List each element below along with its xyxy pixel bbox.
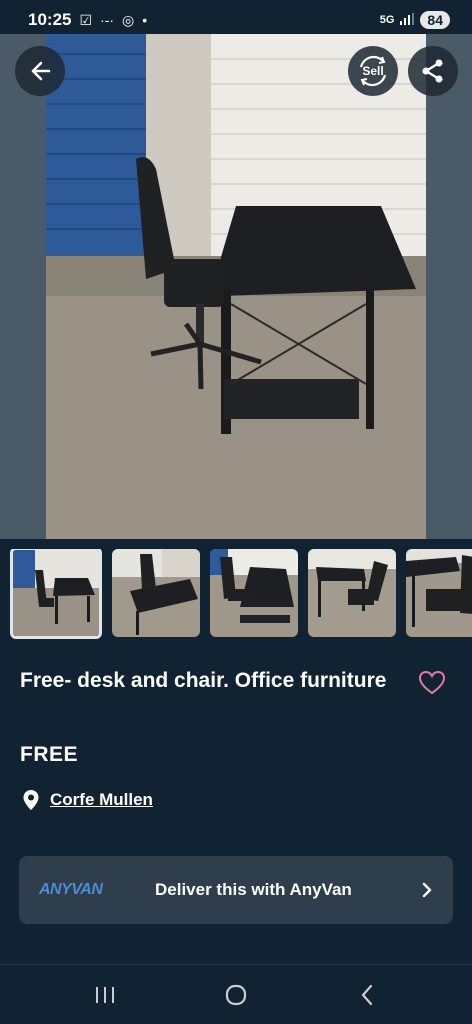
whatsapp-icon: ◎ (122, 11, 135, 28)
listing-price: FREE (20, 743, 79, 766)
sell-label: Sell (362, 64, 384, 78)
thumbnail-4[interactable] (308, 549, 396, 637)
chevron-right-icon (422, 882, 432, 898)
battery-indicator: 84 (420, 11, 450, 29)
sell-button[interactable]: Sell (348, 46, 398, 96)
back-button[interactable] (15, 46, 65, 96)
system-back-button[interactable] (347, 975, 387, 1015)
status-time: 10:25 (28, 10, 72, 29)
favorite-button[interactable] (418, 670, 446, 696)
location-row: Corfe Mullen (22, 789, 153, 811)
status-left: 10:25 ☑ ·-· ◎ • (28, 10, 147, 30)
dot-icon: • (142, 12, 148, 28)
thumbnail-strip (0, 549, 472, 643)
thumbnail-image (308, 549, 396, 637)
location-pin-icon (23, 790, 39, 810)
anyvan-logo: ANYVAN (39, 881, 103, 898)
thumbnail-image (210, 549, 298, 637)
desk-chair-photo (46, 34, 426, 539)
thumbnail-image (406, 549, 472, 637)
system-back-icon (361, 984, 372, 1005)
anyvan-delivery-card[interactable]: ANYVAN Deliver this with AnyVan (19, 856, 453, 924)
recent-apps-icon (96, 986, 115, 1003)
check-notification-icon: ☑ (79, 11, 93, 28)
home-icon (225, 984, 247, 1005)
home-button[interactable] (216, 975, 256, 1015)
voicemail-icon: ·-· (100, 12, 115, 28)
thumbnail-3[interactable] (210, 549, 298, 637)
heart-outline-icon (418, 670, 446, 695)
listing-title: Free- desk and chair. Office furniture (20, 669, 387, 692)
hero-image-area: Sell (0, 34, 472, 539)
location-link[interactable]: Corfe Mullen (50, 790, 153, 810)
share-icon (422, 59, 443, 83)
thumbnail-2[interactable] (112, 549, 200, 637)
thumbnail-5[interactable] (406, 549, 472, 637)
recent-apps-button[interactable] (85, 975, 125, 1015)
anyvan-text: Deliver this with AnyVan (155, 880, 352, 899)
status-right: 5G 84 (380, 11, 450, 29)
listing-photo[interactable] (46, 34, 426, 539)
arrow-left-icon (31, 61, 51, 81)
thumbnail-image (112, 549, 200, 637)
system-nav-bar (0, 965, 472, 1024)
thumbnail-1[interactable] (10, 549, 102, 639)
share-button[interactable] (408, 46, 458, 96)
network-type: 5G (379, 14, 395, 26)
signal-icon (400, 12, 415, 28)
thumbnail-image (13, 550, 99, 636)
